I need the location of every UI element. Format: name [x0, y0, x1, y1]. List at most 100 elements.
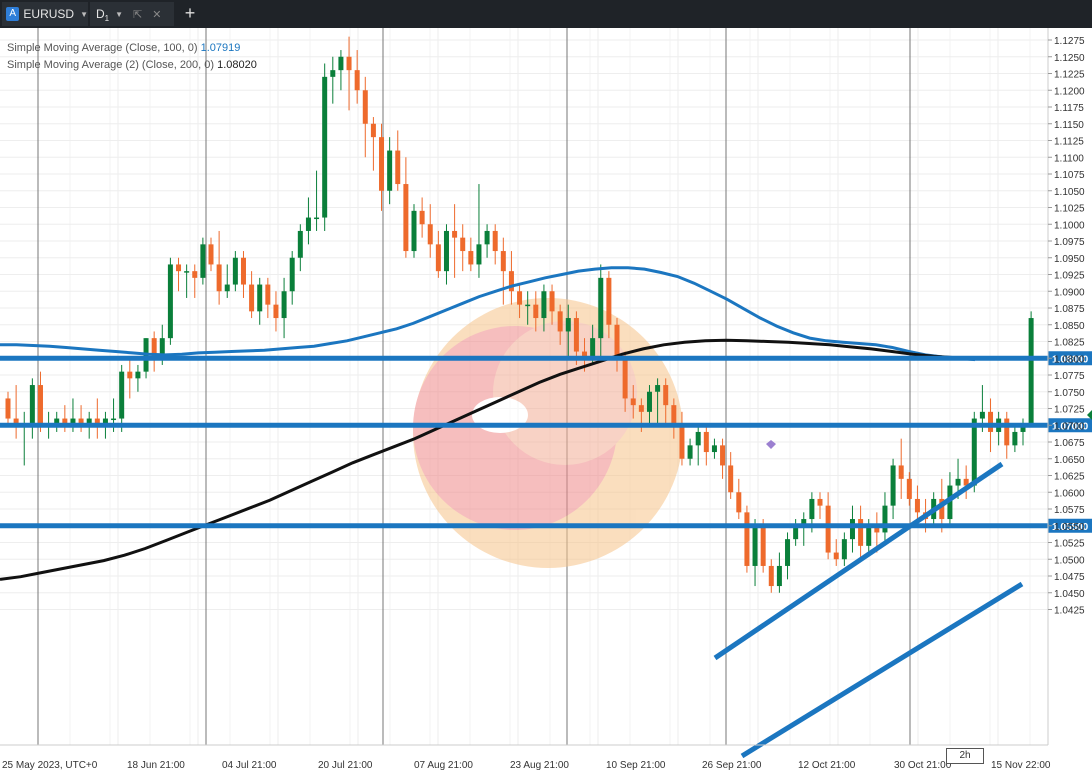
candle-body: [955, 478, 961, 486]
y-tick-label: 1.0925: [1054, 271, 1085, 282]
sma100-label: Simple Moving Average (Close, 100, 0): [7, 42, 198, 54]
candle-body: [322, 76, 328, 218]
candle-body: [614, 324, 620, 359]
candle-body: [882, 505, 888, 533]
candle-body: [906, 478, 912, 499]
candle-body: [354, 70, 360, 91]
marker-diamond: [766, 440, 776, 449]
candle-body: [240, 257, 246, 285]
y-tick-label: 1.0675: [1054, 438, 1085, 449]
y-tick-label: 1.1125: [1054, 137, 1084, 148]
candle-body: [622, 358, 628, 399]
candle-body: [744, 512, 750, 566]
candle-body: [979, 411, 985, 419]
y-tick-label: 1.0500: [1054, 555, 1085, 566]
candle-body: [858, 519, 864, 546]
detach-icon[interactable]: ⇱: [133, 8, 142, 21]
candle-body: [411, 210, 417, 252]
tab-bar: A EURUSD ▼ D1 ▼ ⇱ ✕ +: [0, 0, 1092, 28]
candle-body: [695, 431, 701, 446]
candle-body: [841, 539, 847, 560]
candle-body: [687, 445, 693, 459]
candle-body: [135, 371, 141, 379]
y-tick-label: 1.0875: [1054, 304, 1085, 315]
y-tick-label: 1.1025: [1054, 204, 1085, 215]
y-tick-label: 1.1225: [1054, 70, 1085, 81]
candle-body: [573, 318, 579, 352]
candle-body: [37, 385, 43, 426]
candle-body: [224, 284, 230, 292]
y-tick-label: 1.0950: [1054, 254, 1085, 265]
sma100-legend[interactable]: Simple Moving Average (Close, 100, 0) 1.…: [7, 40, 257, 57]
candle-body: [736, 492, 742, 513]
y-tick-label: 1.1000: [1054, 220, 1085, 231]
candle-body: [679, 425, 685, 459]
candle-body: [387, 150, 393, 191]
candle-body: [208, 244, 214, 265]
x-axis: 25 May 2023, UTC+0 18 Jun 21:00 04 Jul 21:…: [0, 744, 1051, 771]
candle-body: [671, 405, 677, 426]
tab-timeframe[interactable]: D1 ▼ ⇱ ✕: [90, 2, 174, 26]
y-tick-label: 1.0575: [1054, 505, 1085, 516]
sma200-legend[interactable]: Simple Moving Average (2) (Close, 200, 0…: [7, 57, 257, 74]
candle-body: [606, 277, 612, 325]
candle-body: [200, 244, 206, 278]
y-tick-label: 1.1200: [1054, 86, 1085, 97]
candle-body: [281, 291, 287, 319]
y-tick-label: 1.1150: [1054, 120, 1084, 131]
sma100-value: 1.07919: [200, 42, 241, 54]
x-tick-label: 18 Jun 21:00: [127, 760, 185, 771]
add-tab-button[interactable]: +: [180, 3, 200, 24]
candle-body: [379, 137, 385, 191]
y-tick-label: 1.1050: [1054, 187, 1085, 198]
y-tick-label: 1.1175: [1054, 103, 1084, 114]
candle-body: [517, 291, 523, 305]
price-chart[interactable]: 1.080001.070001.05500 1.12751.12501.1225…: [0, 28, 1092, 772]
x-tick-label: 07 Aug 21:00: [414, 760, 473, 771]
candle-body: [314, 217, 320, 220]
candle-body: [655, 385, 661, 392]
candle-body: [476, 244, 482, 265]
candle-body: [338, 56, 344, 71]
y-tick-label: 1.1275: [1054, 36, 1085, 47]
candle-body: [492, 230, 498, 252]
y-tick-label: 1.1250: [1054, 53, 1085, 64]
y-tick-label: 1.0700: [1054, 421, 1085, 432]
tab-symbol[interactable]: A EURUSD ▼: [2, 2, 88, 26]
candle-body: [890, 465, 896, 506]
candle-body: [395, 150, 401, 185]
candle-body: [427, 224, 433, 245]
candle-body: [525, 304, 531, 307]
candle-body: [590, 338, 596, 359]
candle-body: [273, 304, 279, 319]
candle-body: [29, 385, 35, 426]
candle-body: [249, 284, 255, 312]
candle-body: [663, 385, 669, 406]
candle-body: [768, 565, 774, 587]
candle-body: [988, 411, 994, 432]
candle-body: [1028, 318, 1034, 426]
tab-symbol-label: EURUSD: [23, 7, 75, 21]
y-tick-label: 1.0975: [1054, 237, 1085, 248]
candle-body: [265, 284, 271, 305]
candle-body: [500, 251, 506, 272]
close-icon[interactable]: ✕: [152, 8, 161, 21]
candle-body: [785, 539, 791, 566]
x-tick-label: 15 Nov 22:00: [991, 760, 1051, 771]
scroll-tag[interactable]: 2h: [946, 748, 984, 764]
candle-body: [760, 525, 766, 566]
y-tick-label: 1.0450: [1054, 589, 1085, 600]
indicator-legend: Simple Moving Average (Close, 100, 0) 1.…: [7, 40, 257, 74]
candle-body: [565, 318, 571, 332]
candle-body: [825, 505, 831, 553]
candle-body: [809, 498, 815, 520]
candle-body: [1012, 431, 1018, 446]
candle-body: [127, 371, 133, 379]
chevron-down-icon[interactable]: ▼: [80, 10, 88, 19]
candle-body: [443, 230, 449, 272]
candle-body: [167, 264, 173, 339]
chevron-down-icon[interactable]: ▼: [115, 10, 123, 19]
y-tick-label: 1.0475: [1054, 572, 1085, 583]
y-tick-label: 1.0900: [1054, 287, 1085, 298]
candle-body: [257, 284, 263, 312]
